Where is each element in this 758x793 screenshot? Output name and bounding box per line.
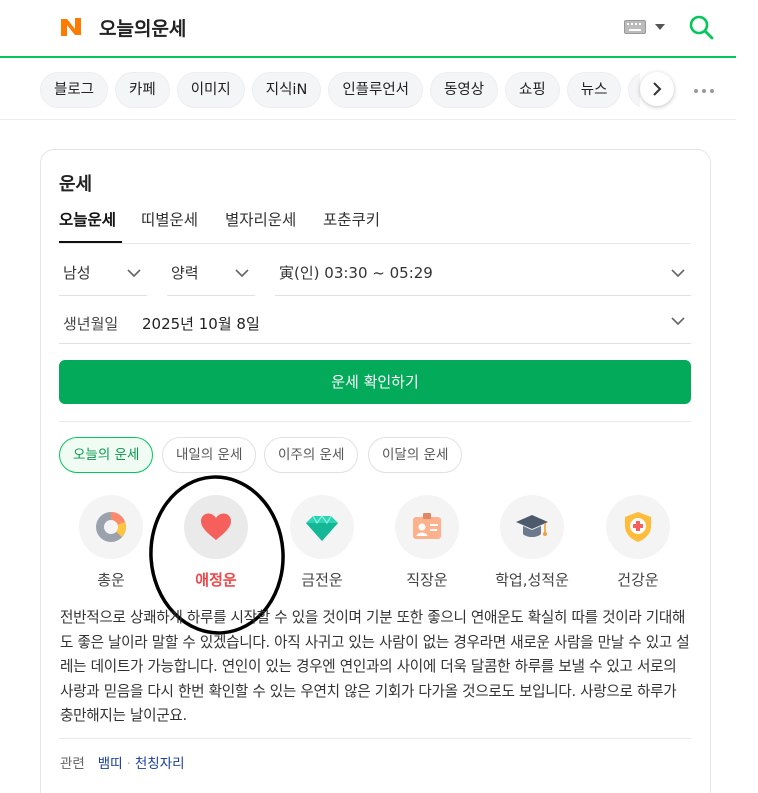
chevron-down-icon: [235, 269, 249, 278]
category-tab-shopping[interactable]: 쇼핑: [505, 72, 560, 108]
chevron-down-icon[interactable]: [655, 24, 665, 31]
search-icon[interactable]: [688, 14, 714, 40]
top-header: 오늘의운세: [0, 0, 736, 58]
birth-time-select[interactable]: 寅(인) 03:30 ~ 05:29: [275, 252, 691, 296]
fortune-cat-study[interactable]: 학업,성적운: [487, 495, 577, 590]
fortune-cat-label: 건강운: [617, 571, 659, 589]
period-tomorrow[interactable]: 내일의 운세: [162, 437, 257, 473]
fortune-cat-label: 학업,성적운: [495, 571, 569, 589]
category-tab-video[interactable]: 동영상: [430, 72, 499, 108]
chevron-down-icon: [671, 317, 685, 326]
page-title: 오늘의운세: [99, 18, 187, 40]
fortune-cat-health[interactable]: 건강운: [593, 495, 683, 590]
fortune-cat-work[interactable]: 직장운: [382, 495, 472, 590]
fortune-tabs: 오늘운세 띠별운세 별자리운세 포춘쿠키: [59, 206, 691, 244]
birth-time-value: 寅(인) 03:30 ~ 05:29: [279, 264, 433, 282]
icon-circle: [395, 495, 459, 559]
period-today[interactable]: 오늘의 운세: [59, 437, 154, 473]
confirm-fortune-button[interactable]: 운세 확인하기: [59, 360, 691, 404]
related-label: 관련: [60, 756, 85, 772]
birth-date-value[interactable]: 2025년 10월 8일: [142, 313, 260, 334]
calendar-value: 양력: [171, 264, 199, 282]
graduation-cap-icon: [516, 515, 548, 537]
category-tab-influencer[interactable]: 인플루언서: [328, 72, 424, 108]
fortune-description: 전반적으로 상쾌하게 하루를 시작할 수 있을 것이며 기분 또한 좋으니 연애…: [60, 609, 690, 724]
fortune-cat-overall[interactable]: 총운: [66, 495, 156, 590]
naver-logo-icon[interactable]: [58, 14, 84, 40]
gender-select[interactable]: 남성: [59, 252, 147, 296]
gender-value: 남성: [63, 264, 91, 282]
chevron-right-icon: [653, 82, 662, 96]
icon-circle: [290, 495, 354, 559]
more-dots-icon[interactable]: [693, 88, 715, 94]
tab-fortune-cookie[interactable]: 포춘쿠키: [323, 208, 380, 230]
icon-circle: [79, 495, 143, 559]
chevron-down-icon: [127, 269, 141, 278]
shield-cross-icon: [625, 512, 651, 542]
card-title: 운세: [59, 174, 93, 195]
id-badge-icon: [413, 513, 441, 539]
category-tab-more[interactable]: 쇼핑: [628, 72, 640, 108]
period-this-week[interactable]: 이주의 운세: [264, 437, 359, 473]
divider: [59, 738, 691, 739]
calendar-select[interactable]: 양력: [167, 252, 255, 296]
category-tab-cafe[interactable]: 카페: [115, 72, 170, 108]
category-next-button[interactable]: [640, 72, 674, 106]
divider: [59, 421, 691, 422]
fortune-cat-money[interactable]: 금전운: [277, 495, 367, 590]
category-bar: 블로그카페이미지지식iN인플루언서동영상쇼핑뉴스쇼핑: [0, 60, 736, 120]
related-link-libra[interactable]: 천칭자리: [135, 756, 185, 772]
chevron-down-icon: [671, 269, 685, 278]
fortune-cat-label: 총운: [97, 571, 125, 589]
keyboard-icon[interactable]: [624, 20, 646, 34]
related-links: 관련 뱀띠 · 천칭자리: [60, 752, 185, 772]
tab-zodiac-animal[interactable]: 띠별운세: [141, 208, 198, 230]
icon-circle: [500, 495, 564, 559]
category-tab-news[interactable]: 뉴스: [566, 72, 622, 108]
separator-dot: ·: [126, 756, 131, 772]
period-this-month[interactable]: 이달의 운세: [368, 437, 463, 473]
tab-constellation[interactable]: 별자리운세: [225, 208, 296, 230]
tab-today[interactable]: 오늘운세: [59, 208, 116, 230]
pie-chart-icon: [96, 512, 126, 542]
category-tab-kin[interactable]: 지식iN: [251, 72, 322, 108]
diamond-icon: [306, 514, 338, 541]
related-link-snake[interactable]: 뱀띠: [98, 756, 123, 772]
category-tab-blog[interactable]: 블로그: [40, 72, 109, 108]
category-tab-image[interactable]: 이미지: [176, 72, 245, 108]
fortune-cat-label: 금전운: [301, 571, 343, 589]
birth-date-label: 생년월일: [63, 315, 119, 333]
fortune-cat-label: 직장운: [406, 571, 448, 589]
icon-circle: [606, 495, 670, 559]
category-list: 블로그카페이미지지식iN인플루언서동영상쇼핑뉴스쇼핑: [40, 72, 640, 108]
active-tab-indicator: [59, 241, 122, 243]
